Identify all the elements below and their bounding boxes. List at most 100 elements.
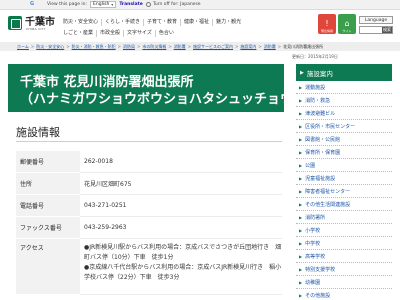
chevron-right-icon: ▶ (299, 149, 303, 155)
table-row: ファックス番号 043-259-2963 (16, 216, 282, 239)
table-row: 住所 花見川区畑町675 (16, 172, 282, 195)
row-value-access: ●JR新検見川駅からバス利用の場合：京成バスでさつきが丘団地行き 畑町バス停（1… (80, 238, 282, 295)
sidebar-item[interactable]: ▶ 運動施設 (296, 81, 392, 94)
turn-off-radio[interactable] (145, 2, 151, 7)
breadcrumb-link[interactable]: ホーム (17, 44, 29, 50)
color-link[interactable]: 色合い (154, 30, 177, 37)
table-row: 電話番号 043-271-0251 (16, 194, 282, 217)
sidebar-item[interactable]: ▶ その他施設 (296, 289, 392, 300)
site-home-button[interactable]: ⌂ サイト (338, 14, 356, 34)
updated-date: 更新日：2015年2月19日 (292, 54, 338, 59)
row-label-fax: ファックス番号 (16, 216, 80, 239)
sidebar-item[interactable]: ▶ 公園 (296, 159, 392, 172)
sidebar-item[interactable]: ▶ 幼稚園 (296, 276, 392, 289)
chevron-right-icon: ▶ (299, 201, 303, 207)
search-input[interactable] (360, 27, 382, 33)
breadcrumb-link[interactable]: 消防署 (264, 44, 276, 50)
breadcrumb-link[interactable]: 消防局 (123, 44, 135, 50)
translate-bar: G View this page in: English ▾ Translate… (0, 0, 400, 10)
sidebar-item[interactable]: ▶ 障害者福祉センター (296, 185, 392, 198)
sidebar-item[interactable]: ▶ 保育所・保育園 (296, 146, 392, 159)
facility-info-table: 郵便番号 262-0018 住所 花見川区畑町675 電話番号 043-271-… (16, 150, 282, 295)
sidebar-item[interactable]: ▶ 消防・救急 (296, 94, 392, 107)
gnav-item-education[interactable]: 子育て・教育 (143, 19, 180, 26)
table-row: アクセス ●JR新検見川駅からバス利用の場合：京成バスでさつきが丘団地行き 畑町… (16, 238, 282, 295)
row-value-address: 花見川区畑町675 (80, 172, 282, 195)
row-value-postal: 262-0018 (80, 150, 282, 173)
chevron-right-icon: ▶ (299, 110, 303, 116)
site-search: 検索 (359, 26, 393, 34)
sidebar-heading[interactable]: ▶ 施設案内 (296, 64, 392, 81)
chevron-right-icon: ▶ (299, 253, 303, 259)
sidebar-item[interactable]: ▶ 特別支援学校 (296, 263, 392, 276)
gnav-item-work[interactable]: しごと・産業 (60, 30, 96, 37)
access-route-2: ●京成線八千代台駅からバス利用の場合：京成バスJR新検見川行き 稲小学校バス停（… (84, 264, 282, 281)
sidebar-item[interactable]: ▶ 津波避難ビル (296, 107, 392, 120)
global-nav: 防災・安全安心 くらし・手続き 子育て・教育 健康・福祉 魅力・観光 (60, 19, 244, 26)
breadcrumb-link[interactable]: 防災・安全安心 (36, 44, 64, 50)
language-button[interactable]: Language (359, 16, 393, 24)
sidebar-list: ▶ 運動施設 ▶ 消防・救急 ▶ 津波避難ビル ▶ 区役所・市民センター ▶ 図書館・公民… (296, 81, 392, 300)
row-label-postal: 郵便番号 (16, 150, 80, 173)
table-row: 郵便番号 262-0018 (16, 150, 282, 173)
sidebar-item[interactable]: ▶ 児童福祉施設 (296, 172, 392, 185)
sidebar-heading-label: 施設案内 (306, 69, 333, 78)
breadcrumb-link[interactable]: 施設案内 (240, 44, 256, 50)
chevron-down-icon: ▾ (111, 2, 114, 7)
breadcrumb-link[interactable]: 施設サービスのご案内 (193, 44, 233, 50)
sidebar-item[interactable]: ▶ 図書館・公民館 (296, 133, 392, 146)
gnav-item-health[interactable]: 健康・福祉 (180, 19, 212, 26)
chevron-right-icon: ▶ (300, 69, 304, 76)
sidebar-item[interactable]: ▶ 消防署所 (296, 211, 392, 224)
warning-icon: ! (325, 19, 329, 28)
section-divider (16, 141, 282, 142)
sidebar-item[interactable]: ▶ 小学校 (296, 224, 392, 237)
city-emblem-icon (8, 16, 22, 30)
translate-view-text: View this page in: (47, 2, 88, 7)
breadcrumb-link[interactable]: 市の防災情報 (142, 44, 166, 50)
access-route-1: ●JR新検見川駅からバス利用の場合：京成バスでさつきが丘団地行き 畑町バス停（1… (84, 244, 282, 261)
sidebar-item[interactable]: ▶ 高等学校 (296, 250, 392, 263)
search-button[interactable]: 検索 (382, 27, 392, 33)
chevron-right-icon: ▶ (299, 84, 303, 90)
gnav-item-cityhall[interactable]: 市政全般 (96, 30, 123, 37)
section-title: 施設情報 (16, 126, 60, 139)
page-title-band: 千葉市 花見川消防署畑出張所 （ハナミガワショウボウショハタシュッチョウジョ） (8, 64, 332, 112)
row-label-access: アクセス (16, 238, 80, 295)
breadcrumb-current: 花見川消防署畑出張所 (283, 43, 324, 49)
translate-button[interactable]: Translate (119, 2, 143, 7)
sidebar-item[interactable]: ▶ 中学校 (296, 237, 392, 250)
gnav-item-living[interactable]: くらし・手続き (101, 19, 143, 26)
google-translate-logo: G (30, 1, 35, 7)
sidebar-item[interactable]: ▶ 区役所・市民センター (296, 120, 392, 133)
chevron-right-icon: ▶ (299, 162, 303, 168)
page-title: 千葉市 花見川消防署畑出張所 (20, 75, 194, 90)
text-size-link[interactable]: 文字サイズ (123, 30, 155, 37)
breadcrumb-link[interactable]: 消防署 (174, 44, 186, 50)
gnav-item-tourism[interactable]: 魅力・観光 (212, 19, 244, 26)
global-nav-row2: しごと・産業 市政全般 文字サイズ 色合い (60, 30, 177, 37)
chevron-right-icon: ▶ (299, 266, 303, 272)
chevron-right-icon: ▶ (299, 136, 303, 142)
chevron-right-icon: ▶ (299, 97, 303, 103)
site-header: 千葉市 CHIBA CITY 防災・安全安心 くらし・手続き 子育て・教育 健康… (0, 11, 400, 41)
header-icon-group: ! 緊急情報 ⌂ サイト (318, 14, 356, 34)
site-home-label: サイト (342, 29, 352, 33)
row-value-fax: 043-259-2963 (80, 216, 282, 239)
language-select-value: English (93, 2, 110, 7)
chevron-right-icon: ▶ (299, 240, 303, 246)
gnav-item-safety[interactable]: 防災・安全安心 (60, 19, 101, 26)
emergency-button[interactable]: ! 緊急情報 (318, 14, 336, 34)
chevron-right-icon: ▶ (299, 214, 303, 220)
sidebar-item[interactable]: ▶ その他生活関連施設 (296, 198, 392, 211)
home-icon: ⌂ (344, 19, 350, 28)
chevron-right-icon: ▶ (299, 175, 303, 181)
turn-off-label: Turn off for: Japanese (152, 2, 201, 7)
language-select[interactable]: English ▾ (90, 1, 117, 8)
row-value-phone: 043-271-0251 (80, 194, 282, 217)
breadcrumb-link[interactable]: 防災・消防・救急・防犯 (72, 44, 116, 50)
chevron-right-icon: ▶ (299, 123, 303, 129)
row-label-phone: 電話番号 (16, 194, 80, 217)
sidebar: ▶ 施設案内 ▶ 運動施設 ▶ 消防・救急 ▶ 津波避難ビル ▶ 区役所・市民センター … (296, 64, 392, 300)
breadcrumb: ホーム > 防災・安全安心 > 防災・消防・救急・防犯 > 消防局 > 市の防災情報 > … (0, 42, 400, 51)
